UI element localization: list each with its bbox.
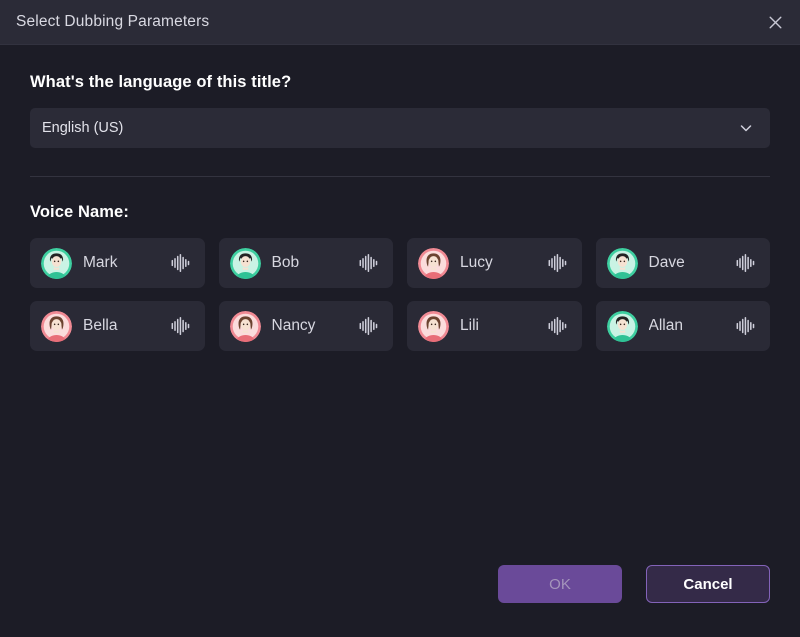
voice-card[interactable]: Lucy — [407, 238, 582, 288]
dialog-body: What's the language of this title? Engli… — [0, 45, 800, 637]
voice-name-text: Allan — [648, 317, 683, 334]
language-select[interactable]: English (US) — [30, 108, 770, 148]
voice-card[interactable]: Bella — [30, 301, 205, 351]
voice-name-label: Voice Name: — [30, 203, 129, 221]
voice-name-text: Dave — [648, 254, 685, 271]
avatar — [41, 247, 72, 279]
voice-card[interactable]: Dave — [595, 238, 770, 288]
waveform-icon[interactable] — [169, 253, 193, 273]
dialog-footer: OK Cancel — [0, 553, 800, 637]
waveform-icon[interactable] — [734, 316, 758, 336]
avatar — [229, 247, 261, 279]
language-question-label: What's the language of this title? — [30, 73, 292, 91]
voice-name-text: Bob — [271, 254, 300, 271]
voice-card[interactable]: Allan — [595, 301, 770, 351]
cancel-button[interactable]: Cancel — [646, 565, 770, 603]
voice-card[interactable]: Mark — [30, 238, 205, 288]
avatar — [418, 247, 449, 279]
waveform-icon[interactable] — [357, 253, 381, 273]
avatar — [606, 247, 638, 279]
voice-grid: Mark Bob Lucy Dave Bella Nancy Lili Allan — [30, 238, 770, 351]
waveform-icon[interactable] — [734, 253, 758, 273]
dubbing-parameters-dialog: Select Dubbing Parameters What's the lan… — [0, 0, 800, 637]
voice-card[interactable]: Bob — [218, 238, 393, 288]
voice-name-text: Bella — [83, 317, 118, 334]
voice-card[interactable]: Nancy — [218, 301, 393, 351]
avatar — [229, 310, 261, 342]
waveform-icon[interactable] — [546, 316, 570, 336]
chevron-down-icon[interactable] — [738, 120, 754, 136]
voice-name-text: Lili — [460, 317, 479, 334]
avatar — [606, 310, 638, 342]
waveform-icon[interactable] — [357, 316, 381, 336]
dialog-titlebar: Select Dubbing Parameters — [0, 0, 800, 45]
voice-name-text: Nancy — [271, 317, 316, 334]
language-select-value: English (US) — [42, 120, 124, 136]
voice-name-text: Mark — [83, 254, 118, 271]
section-divider — [30, 176, 770, 177]
avatar — [418, 310, 449, 342]
waveform-icon[interactable] — [169, 316, 193, 336]
dialog-title: Select Dubbing Parameters — [16, 13, 210, 30]
ok-button[interactable]: OK — [498, 565, 622, 603]
avatar — [41, 310, 72, 342]
waveform-icon[interactable] — [546, 253, 570, 273]
voice-card[interactable]: Lili — [407, 301, 582, 351]
close-icon[interactable] — [760, 7, 790, 37]
voice-name-text: Lucy — [460, 254, 493, 271]
